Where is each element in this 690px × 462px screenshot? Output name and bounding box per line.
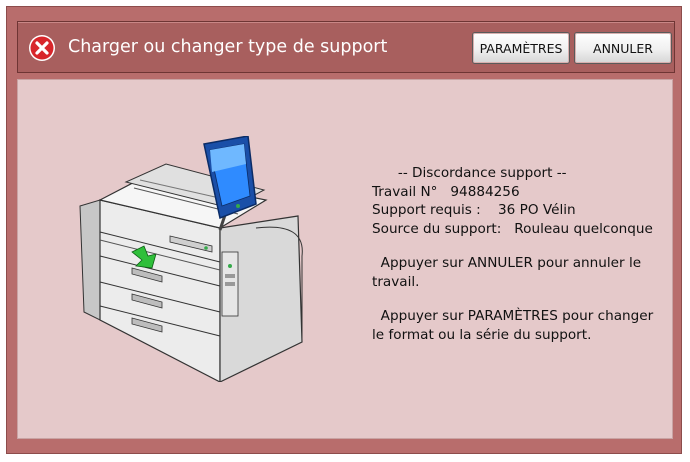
params-instruction-line1: Appuyer sur PARAMÈTRES pour changer [372,308,654,324]
cancel-button[interactable]: ANNULER [574,32,672,64]
dialog-title: Charger ou changer type de support [68,37,388,57]
message-text: -- Discordance support -- Travail N° 948… [372,164,662,344]
message-header: -- Discordance support -- [372,165,567,181]
dialog-window: Charger ou changer type de support PARAM… [6,6,682,454]
params-instruction-line2: le format ou la série du support. [372,326,592,343]
error-icon [29,35,55,61]
cancel-instruction-line2: travail. [372,273,420,290]
printer-illustration-icon [79,136,303,382]
title-bar: Charger ou changer type de support PARAM… [17,21,675,73]
cancel-instruction-line1: Appuyer sur ANNULER pour annuler le [372,255,642,271]
required-media: Support requis : 36 PO Vélin [372,202,576,218]
message-panel: -- Discordance support -- Travail N° 948… [17,79,673,439]
parameters-button[interactable]: PARAMÈTRES [472,32,570,64]
job-number: Travail N° 94884256 [372,183,520,200]
media-source: Source du support: Rouleau quelconque [372,220,653,237]
